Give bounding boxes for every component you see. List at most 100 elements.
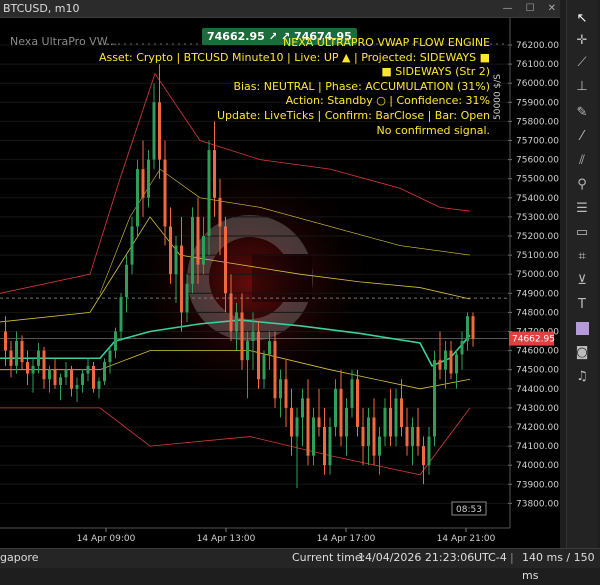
info-line-bias: Bias: NEUTRAL | Phase: ACCUMULATION (31%…: [233, 79, 490, 93]
candle-body: [268, 341, 271, 355]
candle-body: [218, 197, 222, 227]
price-chart[interactable]: 76200.00 76100.00 76000.00 75900.00 75800.00…: [0, 18, 560, 551]
candle-body: [422, 446, 425, 466]
status-divider: |: [510, 551, 514, 564]
alert-bell-icon[interactable]: ♫: [571, 366, 593, 388]
close-icon[interactable]: ✕: [545, 0, 556, 17]
candle-body: [460, 341, 464, 355]
color-swatch-icon[interactable]: [571, 318, 593, 340]
time-tick-label: 14 Apr 13:00: [197, 534, 256, 544]
candle-body: [312, 417, 315, 456]
candle-body: [290, 407, 293, 437]
current-price-label: 74662.95: [512, 335, 555, 345]
price-tick-label: 74300.00: [516, 404, 559, 414]
candle-body: [433, 360, 436, 437]
candle: [378, 427, 381, 475]
candle-body: [240, 312, 244, 361]
indicator-info-panel: NEXA ULTRAPRO VWAP FLOW ENGINE Asset: Cr…: [99, 36, 490, 138]
info-line-projection: ■ SIDEWAYS (Str 2): [381, 65, 490, 79]
candle: [312, 407, 315, 466]
trend-line-icon[interactable]: ⟋: [571, 52, 593, 74]
candle-body: [378, 436, 381, 456]
candle-body: [31, 365, 35, 374]
candle-body: [444, 350, 447, 370]
candle: [70, 365, 73, 397]
channel-icon[interactable]: ☰: [571, 198, 593, 220]
text-icon[interactable]: T: [571, 294, 593, 316]
candle-body: [125, 264, 128, 298]
camera-icon[interactable]: ◙: [571, 342, 593, 364]
candle: [20, 335, 24, 370]
candle-body: [108, 350, 112, 363]
candle-body: [26, 362, 29, 374]
candle: [466, 312, 469, 351]
candle-body: [4, 331, 7, 351]
price-tick-label: 74400.00: [516, 385, 559, 395]
candle-body: [141, 169, 145, 198]
candle-body: [229, 293, 233, 332]
price-tick-label: 74800.00: [516, 308, 559, 318]
minimize-icon[interactable]: —: [500, 0, 513, 17]
projection-icon[interactable]: ⊻: [571, 270, 593, 292]
candle: [141, 140, 145, 217]
candle: [345, 398, 348, 456]
rectangle-icon[interactable]: ▭: [571, 222, 593, 244]
candle-body: [323, 427, 326, 466]
crosshair-icon[interactable]: ✛: [571, 30, 593, 52]
candle-body: [405, 427, 409, 447]
candle: [147, 150, 150, 208]
candle-body: [317, 417, 321, 427]
candle: [356, 369, 359, 437]
price-tick-label: 75300.00: [516, 213, 559, 223]
candle: [75, 377, 79, 403]
candle: [449, 341, 453, 380]
latency-readout: 140 ms / 150 ms: [522, 551, 595, 582]
candle: [334, 379, 337, 437]
candle-body: [427, 436, 431, 466]
candle-body: [191, 216, 194, 284]
candle: [53, 358, 57, 389]
time-tick-label: 14 Apr 17:00: [317, 534, 376, 544]
price-tick-label: 75500.00: [516, 175, 559, 185]
horizontal-line-icon[interactable]: ⊥: [571, 76, 593, 98]
fibonacci-icon[interactable]: ⚲: [571, 174, 593, 196]
candle: [394, 388, 398, 447]
price-tick-label: 75000.00: [516, 270, 559, 280]
candle-body: [246, 341, 249, 361]
maximize-icon[interactable]: ☐: [523, 0, 535, 17]
candle: [471, 312, 475, 347]
candle: [416, 407, 420, 456]
cursor-icon[interactable]: ↖: [571, 8, 593, 30]
candle: [15, 331, 18, 374]
candle-body: [103, 362, 106, 382]
candle-body: [70, 369, 73, 389]
status-bar: gapore Current time: 14/04/2026 21:23:06…: [0, 548, 600, 582]
candle-body: [416, 427, 420, 447]
pencil-icon[interactable]: ✎: [571, 102, 593, 124]
candle-body: [279, 379, 282, 399]
ray-icon[interactable]: ⫽: [571, 150, 593, 172]
price-tick-label: 74500.00: [516, 366, 559, 376]
candle-body: [350, 379, 354, 408]
price-tick-label: 75700.00: [516, 137, 559, 147]
price-tick-label: 75800.00: [516, 117, 559, 127]
candle-body: [273, 341, 277, 399]
window-controls: — ☐ ✕: [500, 0, 556, 17]
candle-body: [284, 379, 288, 408]
candle-body: [361, 427, 365, 447]
candle: [328, 417, 332, 475]
candle-body: [86, 365, 90, 374]
candle: [383, 398, 387, 447]
candle-body: [75, 384, 79, 389]
price-tick-label: 73800.00: [516, 499, 559, 509]
candle: [273, 331, 277, 408]
candle-body: [20, 341, 24, 363]
candle-body: [328, 427, 332, 466]
candle: [455, 350, 458, 389]
candle-body: [394, 398, 398, 437]
brush-icon[interactable]: ⁄: [571, 126, 593, 148]
timezone-selector[interactable]: UTC-4: [474, 549, 507, 567]
candle-body: [235, 312, 238, 332]
label-icon[interactable]: ⌗: [571, 246, 593, 268]
candle: [42, 346, 46, 389]
